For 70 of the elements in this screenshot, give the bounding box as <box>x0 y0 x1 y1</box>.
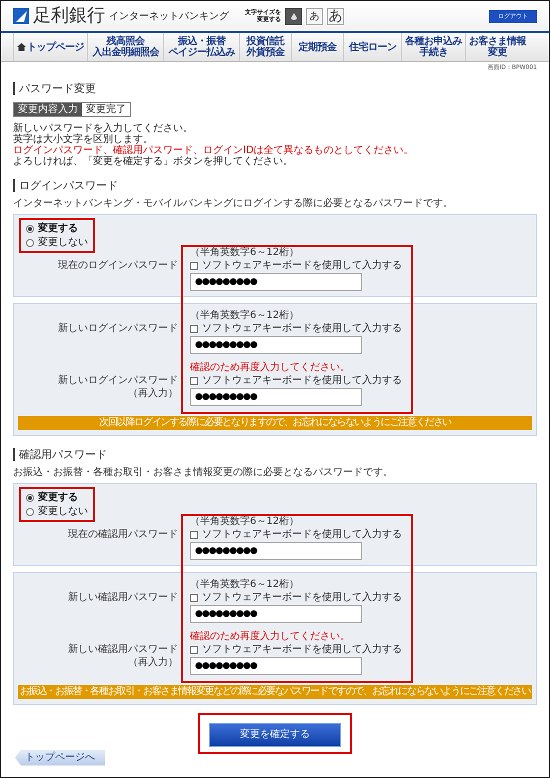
checkbox[interactable] <box>190 324 198 332</box>
field-hint: 確認のため再度入力してください。 <box>190 362 350 374</box>
checkbox-label: ソフトウェアキーボードを使用して入力する <box>202 374 402 386</box>
checkbox-label: ソフトウェアキーボードを使用して入力する <box>202 644 402 656</box>
password-field[interactable]: ●●●●●●●●● <box>190 542 362 560</box>
password-field[interactable]: ●●●●●●●●● <box>190 657 362 675</box>
field-hint: （半角英数字6～12桁） <box>190 247 300 259</box>
notice-bar: 次回以降ログインする際に必要となりますので、お忘れにならないようにご注意ください <box>18 416 532 430</box>
nav-tab[interactable]: お客さま情報 変更 <box>465 33 529 61</box>
font-size-button[interactable] <box>285 8 302 24</box>
instruction-text: よろしければ、「変更を確定する」ボタンを押してください。 <box>13 156 293 167</box>
radio-label: 変更しない <box>38 236 88 249</box>
checkbox[interactable] <box>190 530 198 538</box>
checkbox[interactable] <box>190 646 198 654</box>
instruction-text: 新しいパスワードを入力してください。 <box>13 123 193 134</box>
notice-bar: お振込・お振替・各種お取引・お客さま情報変更などの際に必要なパスワードですので、お忘れにならないようにご注意ください <box>18 685 532 699</box>
back-button[interactable]: トップページへ <box>15 750 105 766</box>
section-description: お振込・お振替・各種お取引・お客さま情報変更の際に必要となるパスワードです。 <box>13 467 393 479</box>
section-description: インターネットバンキング・モバイルバンキングにログインする際に必要となるパスワードです。 <box>13 198 453 210</box>
checkbox-label: ソフトウェアキーボードを使用して入力する <box>202 322 402 334</box>
checkbox[interactable] <box>190 262 198 270</box>
field-label: 新しいログインパスワード <box>58 322 178 335</box>
nav-tab[interactable]: 残高照会 入出金明細照会 <box>87 33 163 61</box>
field-hint: （半角英数字6～12桁） <box>190 310 300 322</box>
field-label: 新しい確認用パスワード <box>68 643 178 656</box>
nav-tab[interactable]: 振込・振替 ペイジー払込み <box>163 33 239 61</box>
home-icon <box>17 43 26 51</box>
bank-name: 足利銀行 <box>33 6 105 26</box>
service-name: インターネットバンキング <box>109 10 229 24</box>
field-label: 現在の確認用パスワード <box>68 528 178 541</box>
radio-label: 変更する <box>38 222 78 235</box>
nav-tab[interactable]: 定期預金 <box>291 33 343 61</box>
field-hint: （半角英数字6～12桁） <box>190 516 300 528</box>
password-field[interactable]: ●●●●●●●●● <box>190 273 362 291</box>
password-field[interactable]: ●●●●●●●●● <box>190 605 362 623</box>
checkbox-label: ソフトウェアキーボードを使用して入力する <box>202 260 402 272</box>
radio-label: 変更しない <box>38 505 88 518</box>
nav-tab[interactable]: 投資信託 外貨預金 <box>239 33 291 61</box>
step-indicator: 変更内容入力 <box>14 103 82 116</box>
instruction-text: 英字は大小文字を区別します。 <box>13 134 153 145</box>
radio-button[interactable] <box>26 224 34 232</box>
radio-button[interactable] <box>26 238 34 246</box>
field-label: 新しいログインパスワード <box>58 374 178 387</box>
field-label: （再入力） <box>128 387 178 400</box>
logo-icon <box>13 8 29 24</box>
checkbox-label: ソフトウェアキーボードを使用して入力する <box>202 592 402 604</box>
password-field[interactable]: ●●●●●●●●● <box>190 336 362 354</box>
confirm-button[interactable]: 変更を確定する <box>209 722 341 746</box>
section-heading: ログインパスワード <box>13 179 118 192</box>
radio-label: 変更する <box>38 491 78 504</box>
drop-icon <box>290 12 296 20</box>
checkbox-label: ソフトウェアキーボードを使用して入力する <box>202 528 402 540</box>
page-title: パスワード変更 <box>13 82 96 95</box>
nav-tab[interactable]: トップページ <box>13 33 87 61</box>
field-label: 現在のログインパスワード <box>58 259 178 272</box>
section-heading: 確認用パスワード <box>13 448 107 461</box>
font-size-button[interactable]: あ <box>327 8 344 24</box>
font-size-button[interactable]: あ <box>306 8 323 24</box>
nav-tab[interactable]: 各種お申込み 手続き <box>401 33 465 61</box>
field-hint: 確認のため再度入力してください。 <box>190 631 350 643</box>
field-label: （再入力） <box>128 656 178 669</box>
field-hint: （半角英数字6～12桁） <box>190 579 300 591</box>
nav-tab[interactable]: 住宅ローン <box>343 33 401 61</box>
field-label: 新しい確認用パスワード <box>68 591 178 604</box>
password-field[interactable]: ●●●●●●●●● <box>190 388 362 406</box>
radio-button[interactable] <box>26 508 34 516</box>
radio-button[interactable] <box>26 494 34 502</box>
checkbox[interactable] <box>190 594 198 602</box>
instruction-text: ログインパスワード、確認用パスワード、ログインIDは全て異なるものとしてください。 <box>13 145 414 156</box>
checkbox[interactable] <box>190 376 198 384</box>
